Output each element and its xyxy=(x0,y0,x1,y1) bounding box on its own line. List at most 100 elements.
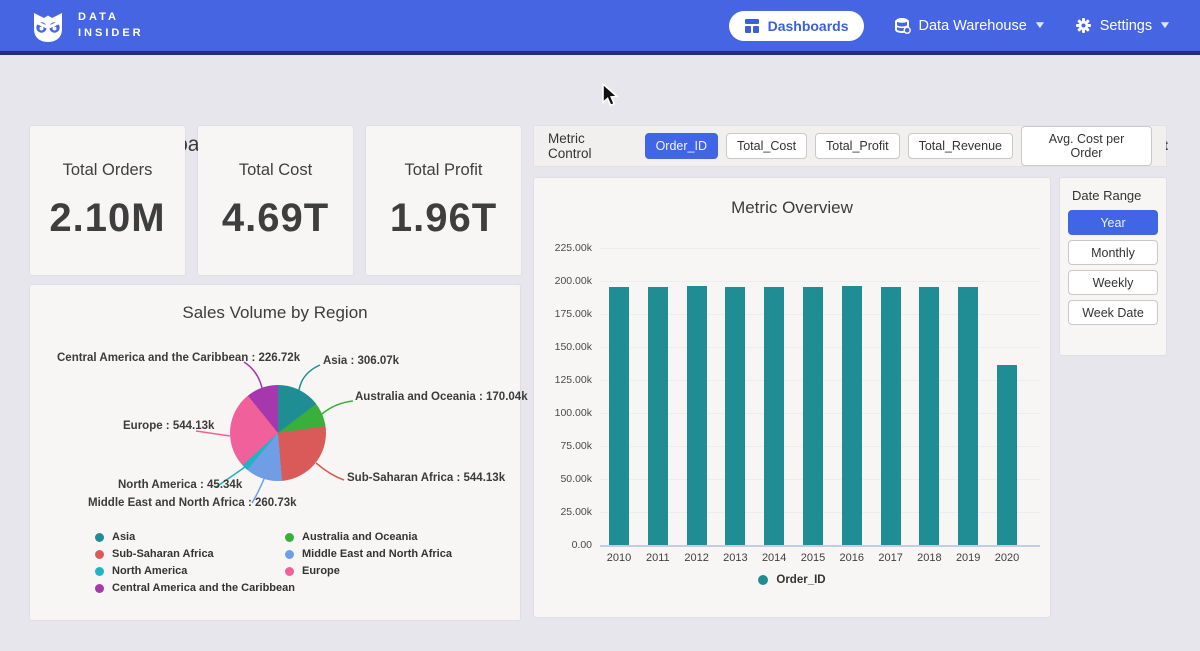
pie-label-middle-east-north-africa: Middle East and North Africa : 260.73k xyxy=(88,497,297,509)
bar-2015[interactable] xyxy=(803,287,823,545)
kpi-label: Total Profit xyxy=(405,161,483,180)
metric-control-label: Metric Control xyxy=(548,131,631,161)
date-range-panel: Date Range Year Monthly Weekly Week Date xyxy=(1060,178,1166,355)
pie-legend-column-1: Asia Sub-Saharan Africa North America Ce… xyxy=(95,531,295,594)
y-axis-tick: 150.00k xyxy=(534,341,592,353)
bar-2020[interactable] xyxy=(997,365,1017,545)
date-button-week-date[interactable]: Week Date xyxy=(1068,300,1158,325)
pie-label-central-america-caribbean: Central America and the Caribbean : 226.… xyxy=(57,352,300,364)
legend-label: Asia xyxy=(112,531,135,543)
settings-menu[interactable]: Settings ▼ xyxy=(1075,17,1170,34)
bar-2011[interactable] xyxy=(648,287,668,545)
kpi-card-total-cost: Total Cost 4.69T xyxy=(198,126,353,275)
bar-2014[interactable] xyxy=(764,287,784,545)
legend-label: North America xyxy=(112,565,187,577)
kpi-card-total-profit: Total Profit 1.96T xyxy=(366,126,521,275)
pie-chart-title: Sales Volume by Region xyxy=(30,303,520,323)
pie-chart[interactable] xyxy=(230,385,326,481)
y-axis-tick: 50.00k xyxy=(534,473,592,485)
y-axis-tick: 0.00 xyxy=(534,539,592,551)
metric-overview-chart-card: Metric Overview 225.00k200.00k175.00k150… xyxy=(534,178,1050,617)
metric-button-order-id[interactable]: Order_ID xyxy=(645,133,718,159)
x-axis-tick: 2010 xyxy=(600,552,638,564)
chevron-down-icon: ▼ xyxy=(1033,20,1047,31)
y-axis-tick: 25.00k xyxy=(534,506,592,518)
legend-item[interactable]: Sub-Saharan Africa xyxy=(95,548,295,560)
metric-control-bar: Metric Control Order_ID Total_Cost Total… xyxy=(534,126,1166,166)
kpi-label: Total Orders xyxy=(63,161,153,180)
bar-2013[interactable] xyxy=(725,287,745,545)
pie-label-sub-saharan-africa: Sub-Saharan Africa : 544.13k xyxy=(347,472,505,484)
legend-dot xyxy=(285,533,294,542)
legend-dot xyxy=(95,550,104,559)
kpi-value: 2.10M xyxy=(49,196,165,241)
date-button-year[interactable]: Year xyxy=(1068,210,1158,235)
x-axis-tick: 2014 xyxy=(755,552,793,564)
date-button-monthly[interactable]: Monthly xyxy=(1068,240,1158,265)
legend-item[interactable]: North America xyxy=(95,565,295,577)
chevron-down-icon: ▼ xyxy=(1158,20,1172,31)
legend-dot xyxy=(285,567,294,576)
bar-2018[interactable] xyxy=(919,287,939,545)
y-axis-tick: 200.00k xyxy=(534,275,592,287)
page-header: ‹ Sales Dashboard Add Filter Boost: Off xyxy=(0,55,1200,120)
pie-label-asia: Asia : 306.07k xyxy=(323,355,399,367)
legend-item[interactable]: Australia and Oceania xyxy=(285,531,452,543)
legend-label: Order_ID xyxy=(776,574,825,586)
legend-dot xyxy=(95,533,104,542)
gear-icon xyxy=(1075,17,1092,34)
legend-dot xyxy=(758,575,768,585)
dashboard-grid-icon xyxy=(744,18,760,34)
date-range-label: Date Range xyxy=(1072,188,1141,203)
legend-label: Sub-Saharan Africa xyxy=(112,548,214,560)
metric-button-avg-cost-per-order[interactable]: Avg. Cost per Order xyxy=(1021,126,1152,166)
legend-item[interactable]: Middle East and North Africa xyxy=(285,548,452,560)
settings-label: Settings xyxy=(1100,18,1152,34)
legend-item[interactable]: Asia xyxy=(95,531,295,543)
legend-dot xyxy=(95,567,104,576)
legend-item[interactable]: Europe xyxy=(285,565,452,577)
pie-label-europe: Europe : 544.13k xyxy=(123,420,214,432)
legend-item[interactable]: Central America and the Caribbean xyxy=(95,582,295,594)
y-axis-tick: 125.00k xyxy=(534,374,592,386)
legend-dot xyxy=(95,584,104,593)
kpi-value: 4.69T xyxy=(222,196,329,241)
bar-2016[interactable] xyxy=(842,286,862,545)
metric-button-total-revenue[interactable]: Total_Revenue xyxy=(908,133,1013,159)
pie-label-north-america: North America : 45.34k xyxy=(118,479,242,491)
brand-text: DATA INSIDER xyxy=(78,10,144,42)
owl-logo-icon xyxy=(30,8,66,44)
x-axis-tick: 2019 xyxy=(949,552,987,564)
x-axis-tick: 2016 xyxy=(833,552,871,564)
gridline xyxy=(600,545,1040,547)
brand-logo[interactable]: DATA INSIDER xyxy=(30,8,144,44)
bar-2010[interactable] xyxy=(609,287,629,545)
date-button-weekly[interactable]: Weekly xyxy=(1068,270,1158,295)
bar-chart-legend[interactable]: Order_ID xyxy=(534,574,1050,586)
database-icon xyxy=(894,17,911,34)
kpi-value: 1.96T xyxy=(390,196,497,241)
bar-2017[interactable] xyxy=(881,287,901,545)
legend-label: Europe xyxy=(302,565,340,577)
x-axis-tick: 2013 xyxy=(716,552,754,564)
dashboards-button[interactable]: Dashboards xyxy=(729,11,864,41)
bar-2012[interactable] xyxy=(687,286,707,545)
sales-volume-chart-card: Sales Volume by Region Asia : 306.07k Au… xyxy=(30,285,520,620)
metric-button-total-cost[interactable]: Total_Cost xyxy=(726,133,807,159)
legend-label: Middle East and North Africa xyxy=(302,548,452,560)
data-warehouse-menu[interactable]: Data Warehouse ▼ xyxy=(894,17,1045,34)
x-axis-tick: 2011 xyxy=(639,552,677,564)
legend-label: Australia and Oceania xyxy=(302,531,418,543)
top-nav: DATA INSIDER Dashboards Data Warehouse ▼ xyxy=(0,0,1200,55)
bar-chart-plot: 225.00k200.00k175.00k150.00k125.00k100.0… xyxy=(534,178,1050,617)
metric-button-total-profit[interactable]: Total_Profit xyxy=(815,133,900,159)
x-axis-tick: 2017 xyxy=(872,552,910,564)
bar-2019[interactable] xyxy=(958,287,978,545)
x-axis-tick: 2018 xyxy=(910,552,948,564)
pie-label-australia-oceania: Australia and Oceania : 170.04k xyxy=(355,391,528,403)
mouse-cursor xyxy=(601,83,623,107)
x-axis-tick: 2015 xyxy=(794,552,832,564)
y-axis-tick: 75.00k xyxy=(534,440,592,452)
pie-legend-column-2: Australia and Oceania Middle East and No… xyxy=(285,531,452,577)
x-axis-tick: 2012 xyxy=(678,552,716,564)
